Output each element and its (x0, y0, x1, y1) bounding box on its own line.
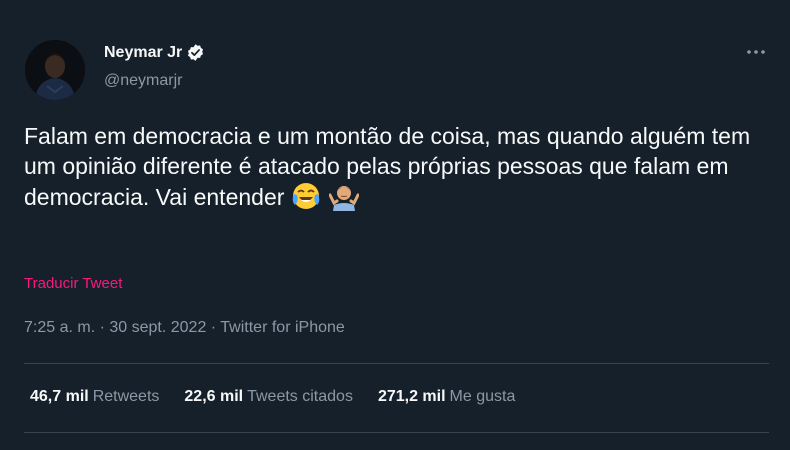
author-name[interactable]: Neymar Jr (104, 44, 182, 62)
tears-of-joy-emoji-icon (291, 181, 321, 211)
retweets-count: 46,7 mil (30, 388, 89, 405)
likes-count: 271,2 mil (377, 388, 446, 405)
quote-tweets-label: Tweets citados (247, 388, 353, 405)
engagement-stats: 46,7 mil Retweets 22,6 mil Tweets citados … (30, 388, 540, 406)
quote-tweets-stat[interactable]: 22,6 mil Tweets citados (184, 388, 353, 406)
meta-separator: · (206, 319, 221, 336)
divider-top (24, 363, 769, 364)
tweet-source[interactable]: Twitter for iPhone (220, 319, 345, 336)
verified-badge-icon (186, 43, 205, 62)
tweet-text: Falam em democracia e um montão de coisa… (24, 121, 764, 212)
tweet-body: Falam em democracia e um montão de coisa… (24, 123, 751, 210)
avatar[interactable] (25, 40, 85, 100)
quote-tweets-count: 22,6 mil (184, 388, 244, 405)
tweet-date[interactable]: 30 sept. 2022 (109, 319, 206, 336)
avatar-image (25, 40, 85, 100)
author-name-row: Neymar Jr (104, 43, 205, 62)
likes-stat[interactable]: 271,2 mil Me gusta (378, 388, 515, 406)
person-shrugging-emoji-icon (328, 181, 360, 211)
meta-separator: · (95, 319, 110, 336)
likes-label: Me gusta (449, 388, 516, 405)
tweet-meta: 7:25 a. m. · 30 sept. 2022 · Twitter for… (24, 319, 345, 337)
retweets-label: Retweets (92, 388, 160, 405)
divider-bottom (24, 432, 769, 433)
tweet-time[interactable]: 7:25 a. m. (24, 319, 95, 336)
author-handle[interactable]: @neymarjr (104, 72, 182, 90)
retweets-stat[interactable]: 46,7 mil Retweets (30, 388, 159, 406)
more-options-icon[interactable] (744, 42, 768, 62)
translate-tweet-link[interactable]: Traducir Tweet (24, 275, 122, 292)
tweet-card: Neymar Jr @neymarjr Falam em democracia … (0, 0, 790, 450)
